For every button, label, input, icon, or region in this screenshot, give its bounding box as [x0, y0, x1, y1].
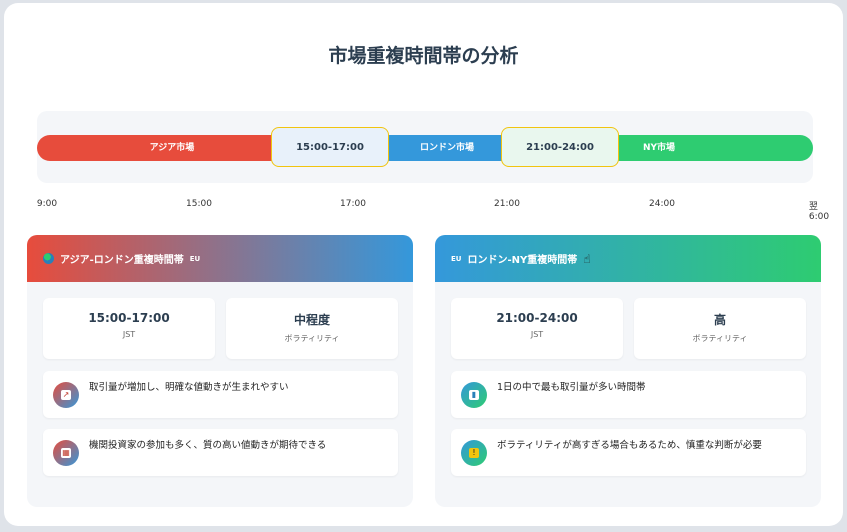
volatility-stat: 中程度 ボラティリティ [226, 298, 398, 359]
ny-label: NY市場 [642, 143, 676, 153]
tick-label: 24:00 [649, 199, 675, 209]
feature-item: ! ボラティリティが高すぎる場合もあるため、慎重な判断が必要 [451, 429, 806, 476]
timeline-bar: アジア市場 ロンドン市場 NY市場 [37, 135, 813, 161]
card-header: アジア-ロンドン重複時間帯 EU [27, 235, 413, 282]
overlap2-box[interactable]: 21:00-24:00 [501, 127, 619, 167]
volatility-value: 高 [713, 313, 726, 327]
feature-item: ↗ 取引量が増加し、明確な値動きが生まれやすい [43, 371, 398, 418]
asia-label: アジア市場 [149, 143, 195, 153]
time-unit: JST [530, 330, 544, 339]
chart-icon: ↗ [53, 382, 79, 408]
tick-label: 翌6:00 [808, 202, 830, 222]
tick-label: 9:00 [36, 199, 58, 209]
tick-label: 17:00 [340, 199, 366, 209]
page-title: 市場重複時間帯の分析 [328, 45, 519, 67]
asia-london-card: アジア-ロンドン重複時間帯 EU 15:00-17:00 JST 中程度 ボラテ… [27, 235, 413, 507]
page: 市場重複時間帯の分析 アジア市場 ロンドン市場 NY市場 15:00-17:00… [4, 3, 843, 526]
volatility-stat: 高 ボラティリティ [634, 298, 806, 359]
overlap1-box[interactable]: 15:00-17:00 [271, 127, 389, 167]
feature-item: ▮ 1日の中で最も取引量が多い時間帯 [451, 371, 806, 418]
tick-label: 21:00 [494, 199, 520, 209]
time-value: 15:00-17:00 [88, 311, 170, 325]
card-title: アジア-ロンドン重複時間帯 [60, 255, 184, 266]
building-icon: ▦ [53, 440, 79, 466]
globe-icon [43, 253, 54, 264]
card-header: EU ロンドン-NY重複時間帯 ☝ [435, 235, 821, 282]
eu-badge: EU [451, 254, 462, 263]
volatility-value: 中程度 [293, 313, 330, 327]
london-ny-card: EU ロンドン-NY重複時間帯 ☝ 21:00-24:00 JST 高 ボラティ… [435, 235, 821, 507]
feature-text: 取引量が増加し、明確な値動きが生まれやすい [89, 382, 289, 393]
volatility-label: ボラティリティ [692, 334, 748, 343]
tick-label: 15:00 [186, 199, 212, 209]
timeline-ticks: 9:00 15:00 17:00 21:00 24:00 翌6:00 [36, 199, 837, 222]
time-value: 21:00-24:00 [496, 311, 578, 325]
time-stat: 21:00-24:00 JST [451, 298, 623, 359]
time-stat: 15:00-17:00 JST [43, 298, 215, 359]
cursor-icon: ☝ [583, 251, 591, 266]
london-label: ロンドン市場 [419, 143, 474, 153]
feature-text: ボラティリティが高すぎる場合もあるため、慎重な判断が必要 [497, 440, 762, 451]
feature-item: ▦ 機関投資家の参加も多く、質の高い値動きが期待できる [43, 429, 398, 476]
card-title: ロンドン-NY重複時間帯 [467, 255, 578, 266]
feature-text: 1日の中で最も取引量が多い時間帯 [497, 382, 646, 393]
warning-icon: ! [461, 440, 487, 466]
bar-chart-icon: ▮ [461, 382, 487, 408]
eu-badge: EU [189, 254, 201, 263]
volatility-label: ボラティリティ [284, 334, 340, 343]
time-unit: JST [122, 330, 136, 339]
feature-text: 機関投資家の参加も多く、質の高い値動きが期待できる [89, 440, 327, 451]
timeline: アジア市場 ロンドン市場 NY市場 15:00-17:00 21:00-24:0… [37, 111, 813, 183]
